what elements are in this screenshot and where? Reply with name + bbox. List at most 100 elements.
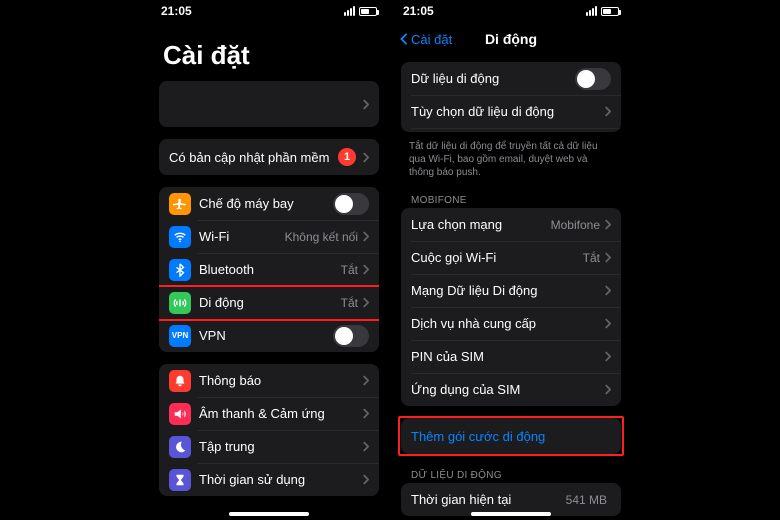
- chevron-right-icon: [604, 106, 611, 117]
- chevron-right-icon: [604, 219, 611, 230]
- status-bar: 21:05: [391, 0, 631, 22]
- nav-title: Di động: [485, 31, 537, 47]
- connectivity-group: Chế độ máy bay Wi-Fi Không kết nối Bluet…: [159, 187, 379, 352]
- volume-icon: [169, 403, 191, 425]
- profile-group: [159, 81, 379, 127]
- signal-icon: [586, 6, 597, 16]
- chevron-right-icon: [604, 318, 611, 329]
- carrier-group: Lựa chọn mạng Mobifone Cuộc gọi Wi-Fi Tắ…: [401, 208, 621, 406]
- settings-scroll[interactable]: Có bản cập nhật phần mềm 1 Chế độ máy ba…: [149, 81, 389, 520]
- sim-pin-row[interactable]: PIN của SIM: [401, 340, 621, 373]
- chevron-right-icon: [604, 252, 611, 263]
- data-group: Dữ liệu di động Tùy chọn dữ liệu di động…: [401, 62, 621, 132]
- wifi-calling-row[interactable]: Cuộc gọi Wi-Fi Tắt: [401, 241, 621, 274]
- update-group: Có bản cập nhật phần mềm 1: [159, 139, 379, 175]
- add-plan-group: Thêm gói cước di động: [401, 418, 621, 454]
- home-indicator[interactable]: [229, 512, 309, 516]
- wifi-icon: [169, 226, 191, 248]
- row-label: Lựa chọn mạng: [411, 217, 502, 232]
- battery-icon: [601, 7, 619, 16]
- hotspot-setup-row[interactable]: Thiết lập Điểm truy cập Cá nhân: [401, 128, 621, 132]
- carrier-services-row[interactable]: Dịch vụ nhà cung cấp: [401, 307, 621, 340]
- cellular-data-toggle[interactable]: [575, 68, 611, 90]
- row-label: Thời gian hiện tại: [411, 492, 511, 507]
- back-button[interactable]: Cài đặt: [399, 32, 452, 47]
- notifications-row[interactable]: Thông báo: [159, 364, 379, 397]
- row-value: 541 MB: [566, 493, 607, 507]
- row-value: Tắt: [583, 251, 600, 265]
- focus-row[interactable]: Tập trung: [159, 430, 379, 463]
- row-label: Di động: [199, 295, 244, 310]
- chevron-right-icon: [362, 408, 369, 419]
- software-update-row[interactable]: Có bản cập nhật phần mềm 1: [159, 139, 379, 175]
- bluetooth-row[interactable]: Bluetooth Tắt: [159, 253, 379, 286]
- chevron-right-icon: [604, 384, 611, 395]
- data-network-row[interactable]: Mạng Dữ liệu Di động: [401, 274, 621, 307]
- nav-bar: Cài đặt Di động: [391, 22, 631, 56]
- screentime-row[interactable]: Thời gian sử dụng: [159, 463, 379, 496]
- usage-header: DỮ LIỆU DI ĐỘNG: [401, 466, 621, 483]
- airplane-mode-row[interactable]: Chế độ máy bay: [159, 187, 379, 220]
- row-value: Không kết nối: [285, 230, 358, 244]
- airplane-toggle[interactable]: [333, 193, 369, 215]
- row-label: VPN: [199, 328, 226, 343]
- wifi-row[interactable]: Wi-Fi Không kết nối: [159, 220, 379, 253]
- chevron-right-icon: [362, 297, 369, 308]
- row-label: Chế độ máy bay: [199, 196, 294, 211]
- signal-icon: [344, 6, 355, 16]
- add-cellular-plan-row[interactable]: Thêm gói cước di động: [401, 418, 621, 454]
- data-footer: Tắt dữ liệu di động để truyền tất cả dữ …: [401, 136, 621, 179]
- battery-icon: [359, 7, 377, 16]
- cellular-data-row[interactable]: Dữ liệu di động: [401, 62, 621, 95]
- chevron-right-icon: [362, 264, 369, 275]
- row-label: Thêm gói cước di động: [411, 429, 545, 444]
- row-label: Âm thanh & Cảm ứng: [199, 406, 325, 421]
- chevron-right-icon: [362, 441, 369, 452]
- row-label: Cuộc gọi Wi-Fi: [411, 250, 496, 265]
- update-label: Có bản cập nhật phần mềm: [169, 150, 329, 165]
- row-label: Thông báo: [199, 373, 261, 388]
- chevron-right-icon: [604, 351, 611, 362]
- settings-root-screen: 21:05 Cài đặt Có bản cập nhật phần mềm 1: [149, 0, 389, 520]
- vpn-icon: VPN: [169, 325, 191, 347]
- status-bar: 21:05: [149, 0, 389, 22]
- cellular-icon: [169, 292, 191, 314]
- update-badge: 1: [338, 148, 356, 166]
- cellular-options-row[interactable]: Tùy chọn dữ liệu di động: [401, 95, 621, 128]
- home-indicator[interactable]: [471, 512, 551, 516]
- moon-icon: [169, 436, 191, 458]
- chevron-right-icon: [362, 99, 369, 110]
- profile-row[interactable]: [159, 81, 379, 127]
- sim-apps-row[interactable]: Ứng dụng của SIM: [401, 373, 621, 406]
- chevron-right-icon: [604, 285, 611, 296]
- cellular-row[interactable]: Di động Tắt: [159, 286, 379, 319]
- chevron-right-icon: [362, 152, 369, 163]
- status-time: 21:05: [403, 4, 434, 18]
- row-label: Mạng Dữ liệu Di động: [411, 283, 538, 298]
- cellular-settings-screen: 21:05 Cài đặt Di động Dữ liệu di động Tù…: [391, 0, 631, 520]
- sounds-row[interactable]: Âm thanh & Cảm ứng: [159, 397, 379, 430]
- row-value: Tắt: [341, 263, 358, 277]
- row-label: Tùy chọn dữ liệu di động: [411, 104, 554, 119]
- vpn-row[interactable]: VPN VPN: [159, 319, 379, 352]
- row-label: Dữ liệu di động: [411, 71, 499, 86]
- chevron-right-icon: [362, 474, 369, 485]
- back-label: Cài đặt: [411, 32, 452, 47]
- row-label: Tập trung: [199, 439, 255, 454]
- row-value: Mobifone: [551, 218, 600, 232]
- network-selection-row[interactable]: Lựa chọn mạng Mobifone: [401, 208, 621, 241]
- row-label: Thời gian sử dụng: [199, 472, 305, 487]
- vpn-toggle[interactable]: [333, 325, 369, 347]
- row-label: Wi-Fi: [199, 229, 229, 244]
- row-label: Bluetooth: [199, 262, 254, 277]
- chevron-right-icon: [362, 231, 369, 242]
- row-label: Ứng dụng của SIM: [411, 382, 520, 397]
- carrier-header: MOBIFONE: [401, 191, 621, 208]
- bell-icon: [169, 370, 191, 392]
- hourglass-icon: [169, 469, 191, 491]
- cellular-scroll[interactable]: Dữ liệu di động Tùy chọn dữ liệu di động…: [391, 62, 631, 520]
- page-title: Cài đặt: [149, 22, 389, 81]
- row-value: Tắt: [341, 296, 358, 310]
- bluetooth-icon: [169, 259, 191, 281]
- row-label: PIN của SIM: [411, 349, 484, 364]
